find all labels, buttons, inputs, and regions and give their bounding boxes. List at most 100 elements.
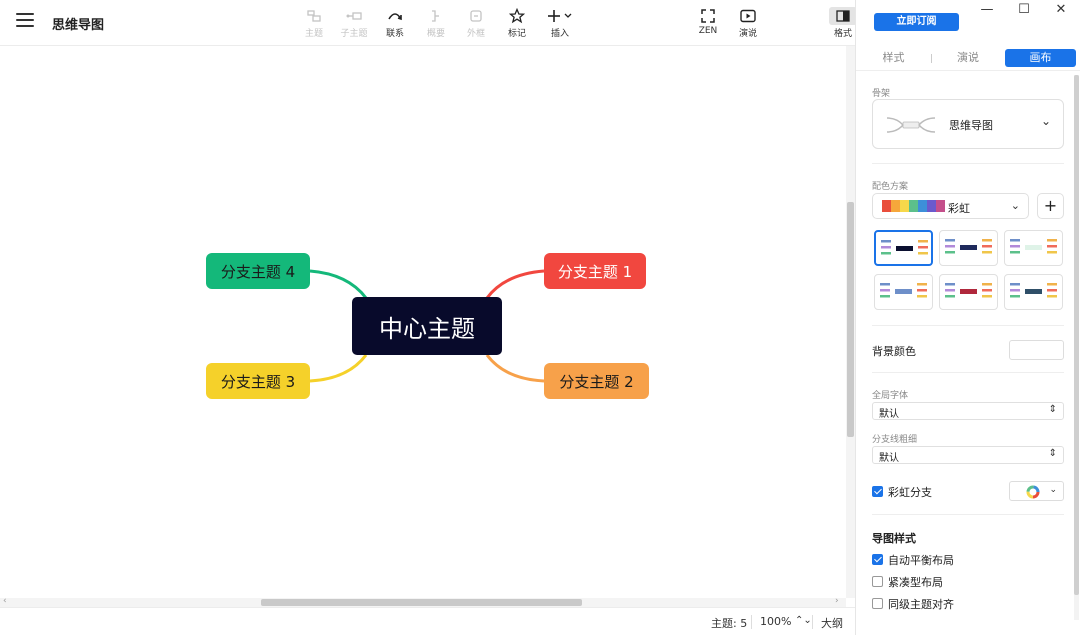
summary-tool-button[interactable]: 概要 [416, 7, 456, 39]
outline-button[interactable]: 大纲 [821, 615, 843, 631]
app-window: 思维导图 主题 子主题 联系 概要 外框 标记 插入 ZEN 演说 格式 中心主… [0, 0, 1080, 635]
global-font-select[interactable]: 默认 ⇕ [872, 402, 1064, 420]
branch-line-value: 默认 [879, 453, 899, 464]
mindmap-canvas[interactable]: 中心主题 分支主题 1 分支主题 2 分支主题 3 分支主题 4 [0, 46, 846, 598]
theme-thumbnail[interactable] [874, 230, 933, 266]
theme-thumbnail[interactable] [1004, 274, 1063, 310]
palette-label: 配色方案 [872, 182, 909, 192]
theme-thumbnail[interactable] [939, 274, 998, 310]
boundary-tool-label: 外框 [466, 29, 485, 39]
updown-icon: ⇕ [1048, 448, 1057, 459]
topic-tool-button[interactable]: 主题 [294, 7, 334, 39]
zoom-level[interactable]: 100% [760, 615, 791, 628]
zoom-stepper-icon[interactable]: ⌃⌄ [795, 615, 812, 626]
summary-icon [416, 7, 456, 25]
section-divider [872, 514, 1064, 515]
rainbow-color-picker[interactable]: ⌄ [1009, 481, 1064, 501]
updown-icon: ⇕ [1048, 404, 1057, 415]
topic-count: 主题: 5 [711, 617, 748, 630]
scroll-left-icon[interactable]: ‹ [3, 596, 7, 606]
canvas-vertical-scrollbar[interactable] [846, 46, 855, 598]
present-button[interactable]: 演说 [728, 7, 768, 39]
section-divider [872, 372, 1064, 373]
background-color-picker[interactable] [1009, 340, 1064, 360]
connector-branch-2 [485, 354, 545, 383]
align-siblings-checkbox[interactable] [872, 598, 883, 609]
branch-topic-4[interactable]: 分支主题 4 [206, 253, 310, 289]
connector-branch-1 [485, 269, 545, 299]
mindmap-skeleton-icon [886, 117, 936, 133]
add-palette-button[interactable]: + [1037, 193, 1064, 219]
subscribe-button[interactable]: 立即订阅 [874, 13, 959, 31]
minimize-icon[interactable]: — [977, 2, 997, 17]
marker-tool-button[interactable]: 标记 [497, 7, 537, 39]
chevron-down-icon: ⌄ [1049, 485, 1057, 495]
status-divider [751, 615, 752, 629]
palette-swatch [918, 200, 927, 212]
skeleton-selector[interactable]: 思维导图 ⌄ [872, 99, 1064, 149]
scroll-right-icon[interactable]: › [835, 596, 839, 606]
align-siblings-label: 同级主题对齐 [888, 598, 954, 611]
status-divider [812, 615, 813, 629]
theme-preview [880, 283, 927, 298]
palette-dropdown[interactable]: 彩虹 ⌄ [872, 193, 1029, 219]
summary-tool-label: 概要 [426, 29, 445, 39]
branch-line-select[interactable]: 默认 ⇕ [872, 446, 1064, 464]
branch-topic-3[interactable]: 分支主题 3 [206, 363, 310, 399]
theme-thumbnail[interactable] [939, 230, 998, 266]
chevron-down-icon: ⌄ [1010, 199, 1020, 212]
plus-icon [540, 7, 580, 25]
branch-line-label: 分支线粗细 [872, 435, 918, 445]
theme-preview [881, 240, 928, 255]
palette-swatch [927, 200, 936, 212]
connector-branch-3 [309, 354, 368, 383]
panel-tabs: 样式 演说 画布 [856, 49, 1080, 67]
connector-branch-4 [309, 269, 368, 299]
relationship-tool-label: 联系 [385, 29, 404, 39]
boundary-tool-button[interactable]: 外框 [456, 7, 496, 39]
insert-tool-label: 插入 [550, 29, 569, 39]
tab-present[interactable]: 演说 [932, 49, 1004, 67]
insert-tool-button[interactable]: 插入 [540, 7, 580, 39]
rainbow-branch-checkbox[interactable] [872, 486, 883, 497]
toolbar: 思维导图 主题 子主题 联系 概要 外框 标记 插入 ZEN 演说 格式 [0, 0, 857, 46]
relationship-tool-button[interactable]: 联系 [375, 7, 415, 39]
palette-swatch [882, 200, 891, 212]
central-topic[interactable]: 中心主题 [352, 297, 502, 355]
theme-thumbnail[interactable] [1004, 230, 1063, 266]
marker-tool-label: 标记 [507, 29, 526, 39]
zen-mode-button[interactable]: ZEN [688, 7, 728, 36]
horizontal-scroll-thumb[interactable] [261, 599, 582, 606]
skeleton-value: 思维导图 [949, 119, 993, 132]
compact-layout-label: 紧凑型布局 [888, 576, 943, 589]
tab-style[interactable]: 样式 [856, 49, 931, 67]
theme-preview [1010, 283, 1057, 298]
tab-canvas[interactable]: 画布 [1005, 49, 1076, 67]
panel-scrollbar[interactable] [1074, 75, 1079, 620]
panel-scroll-thumb[interactable] [1074, 75, 1079, 595]
hamburger-menu-icon[interactable] [16, 13, 34, 31]
close-icon[interactable]: ✕ [1051, 2, 1071, 17]
subtopic-tool-button[interactable]: 子主题 [334, 7, 374, 39]
chevron-down-icon: ⌄ [1040, 114, 1051, 128]
canvas-horizontal-scrollbar[interactable]: ‹ › [0, 596, 846, 607]
branch-topic-2[interactable]: 分支主题 2 [544, 363, 649, 399]
panel-divider [856, 70, 1080, 71]
branch-topic-1[interactable]: 分支主题 1 [544, 253, 646, 289]
theme-thumbnail[interactable] [874, 274, 933, 310]
global-font-label: 全局字体 [872, 391, 909, 401]
auto-balance-checkbox[interactable] [872, 554, 883, 565]
play-icon [728, 7, 768, 25]
star-icon [497, 7, 537, 25]
maximize-icon[interactable]: ☐ [1014, 2, 1034, 17]
palette-value: 彩虹 [948, 202, 970, 215]
palette-swatch [891, 200, 900, 212]
rainbow-branch-label: 彩虹分支 [888, 486, 932, 499]
map-style-title: 导图样式 [872, 532, 916, 545]
compact-layout-checkbox[interactable] [872, 576, 883, 587]
vertical-scroll-thumb[interactable] [847, 202, 854, 437]
present-tool-label: 演说 [738, 29, 757, 39]
topic-tool-label: 主题 [304, 29, 323, 39]
document-title: 思维导图 [52, 18, 105, 33]
topic-icon [294, 7, 334, 25]
